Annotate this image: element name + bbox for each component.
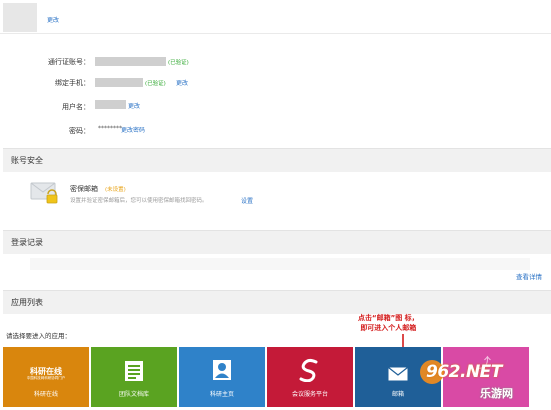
mail-description: 设置并验证密保邮箱后，您可以使用密保邮箱找回密码。 [70, 198, 208, 204]
phone-label: 绑定手机： [55, 79, 90, 87]
mail-set-link[interactable]: 设置 [241, 196, 253, 205]
view-details-link[interactable]: 查看详情 [516, 271, 542, 281]
phone-change-link[interactable]: 更改 [176, 78, 188, 87]
phone-value [95, 78, 143, 87]
app-tile-label: 会议服务平台 [291, 391, 328, 398]
account-id-verified: (已验证) [168, 60, 189, 66]
app-tile-label: 科研在线 [33, 391, 58, 398]
phone-verified: (已验证) [145, 81, 166, 87]
app-tile-research-home[interactable]: 科研主页 [179, 347, 265, 407]
section-login-records: 登录记录 [3, 230, 551, 254]
section-title: 账号安全 [11, 156, 43, 165]
watermark-brand: 962.NET [426, 362, 502, 382]
edit-avatar-link[interactable]: 更改 [47, 15, 59, 24]
app-tile-label: 邮箱 [391, 391, 404, 398]
login-record-row [30, 258, 530, 270]
app-tile-label: 科研主页 [209, 391, 234, 398]
app-tile-label: 团队文档库 [118, 391, 149, 398]
username-value [95, 100, 126, 109]
password-change-link[interactable]: 更改密码 [121, 125, 145, 134]
conference-logo-icon [299, 358, 321, 384]
mail-title: 密保邮箱 [70, 185, 98, 193]
mail-status: (未设置) [105, 187, 126, 193]
divider [0, 33, 551, 34]
account-id-value [95, 57, 166, 66]
user-icon [212, 359, 232, 383]
annotation-line-1: 点击“邮箱”图 标， [358, 314, 419, 322]
password-value: ******** [98, 125, 122, 132]
section-app-list: 应用列表 [3, 290, 551, 314]
section-account-security: 账号安全 [3, 148, 551, 172]
section-title: 应用列表 [11, 298, 43, 307]
password-label: 密码： [69, 127, 90, 135]
app-tile-keyan-online[interactable]: 科研在线 中国科技网科研协同门户 科研在线 [3, 347, 89, 407]
envelope-icon [388, 367, 408, 383]
app-tile-conference[interactable]: 会议服务平台 [267, 347, 353, 407]
mail-lock-icon [30, 182, 60, 204]
watermark-sub: 乐游网 [480, 387, 513, 400]
app-tile-team-docs[interactable]: 团队文档库 [91, 347, 177, 407]
username-change-link[interactable]: 更改 [128, 101, 140, 110]
document-icon [124, 360, 144, 384]
annotation-line-2: 即可进入个人邮箱 [360, 324, 417, 332]
username-label: 用户名： [62, 103, 90, 111]
account-id-label: 通行证账号： [48, 58, 90, 66]
app-select-prompt: 请选择要进入的应用： [6, 332, 71, 340]
section-title: 登录记录 [11, 238, 43, 247]
app-logo-subtext: 中国科技网科研协同门户 [26, 376, 66, 380]
avatar [3, 3, 37, 32]
annotation-note: 点击“邮箱”图 标， 即可进入个人邮箱 [358, 313, 419, 333]
